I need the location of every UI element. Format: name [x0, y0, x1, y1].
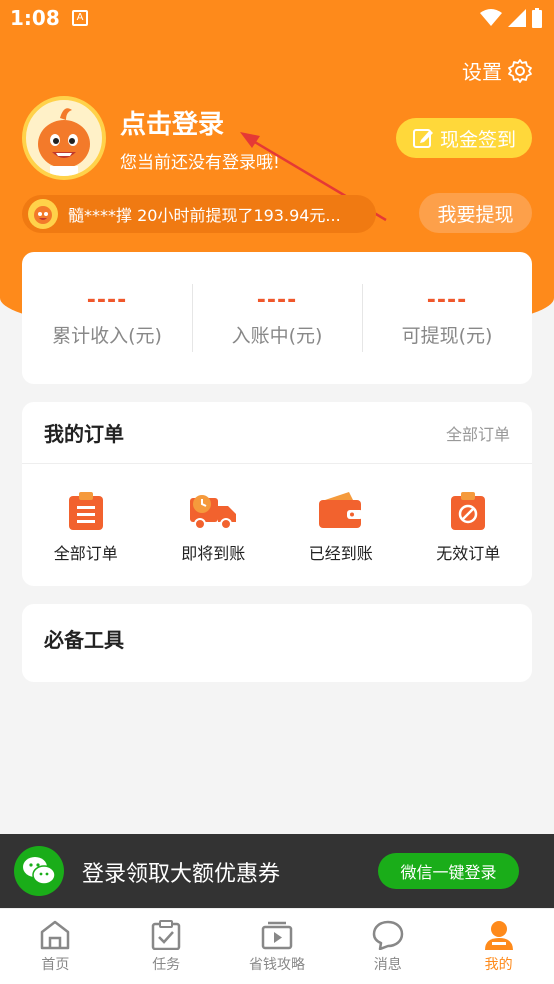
stat-value: ---- — [86, 288, 128, 313]
settings-label: 设置 — [462, 60, 502, 84]
tab-label: 省钱攻略 — [248, 956, 305, 973]
banner-text: 登录领取大额优惠券 — [82, 862, 281, 887]
wallet-icon — [318, 492, 363, 528]
status-icons — [480, 8, 542, 28]
order-all-button[interactable]: 全部订单 — [22, 492, 150, 564]
stat-value: ---- — [426, 288, 468, 313]
avatar[interactable] — [22, 96, 106, 180]
orders-card: 我的订单 全部订单 全部订单 即将到账 已经到账 无效订单 — [22, 402, 532, 586]
login-title[interactable]: 点击登录 — [120, 104, 224, 141]
order-arrived-button[interactable]: 已经到账 — [277, 492, 405, 564]
order-invalid-button[interactable]: 无效订单 — [405, 492, 533, 564]
tab-label: 我的 — [484, 956, 513, 973]
cash-signin-label: 现金签到 — [439, 128, 516, 151]
tab-tasks[interactable]: 任务 — [111, 909, 222, 984]
stat-withdrawable[interactable]: ---- 可提现(元) — [362, 252, 532, 384]
tab-profile[interactable]: 我的 — [443, 909, 554, 984]
stat-label: 入账中(元) — [231, 325, 323, 347]
login-banner: 登录领取大额优惠券 微信一键登录 — [0, 834, 554, 908]
status-bar: 1:08 A — [0, 0, 554, 38]
stat-pending[interactable]: ---- 入账中(元) — [192, 252, 362, 384]
order-item-label: 即将到账 — [181, 544, 246, 563]
tools-title: 必备工具 — [44, 628, 124, 652]
tools-card: 必备工具 — [22, 604, 532, 682]
wechat-icon — [23, 857, 56, 885]
settings-button[interactable]: 设置 — [462, 56, 532, 85]
profile-icon — [484, 920, 513, 950]
signal-icon — [508, 9, 526, 27]
stat-value: ---- — [256, 288, 298, 313]
order-item-label: 全部订单 — [53, 544, 118, 563]
tab-label: 首页 — [41, 956, 70, 973]
status-time: 1:08 — [10, 6, 60, 30]
earnings-card: ---- 累计收入(元) ---- 入账中(元) ---- 可提现(元) — [22, 252, 532, 384]
cancel-icon — [451, 492, 486, 530]
order-shortcuts: 全部订单 即将到账 已经到账 无效订单 — [22, 464, 532, 564]
tab-home[interactable]: 首页 — [0, 909, 111, 984]
app-notification-icon: A — [72, 10, 88, 26]
home-icon — [41, 920, 70, 949]
tab-label: 任务 — [152, 956, 181, 973]
withdraw-ticker: 髓****撑 20小时前提现了193.94元... — [22, 195, 376, 233]
ticker-avatar — [28, 199, 58, 229]
orders-title: 我的订单 — [44, 422, 124, 446]
battery-icon — [532, 8, 542, 28]
mascot-small-icon — [34, 206, 52, 224]
order-arriving-button[interactable]: 即将到账 — [150, 492, 278, 564]
tab-bar: 首页 任务 省钱攻略 消息 我的 — [0, 908, 554, 984]
withdraw-button[interactable]: 我要提现 — [419, 193, 532, 233]
order-item-label: 已经到账 — [308, 544, 373, 563]
wechat-login-button[interactable]: 微信一键登录 — [378, 853, 519, 889]
edit-icon — [412, 129, 433, 148]
order-item-label: 无效订单 — [436, 544, 501, 563]
cash-signin-button[interactable]: 现金签到 — [396, 118, 532, 158]
stat-total-income[interactable]: ---- 累计收入(元) — [22, 252, 192, 384]
gear-icon — [508, 58, 532, 83]
video-icon — [261, 921, 293, 949]
tab-label: 消息 — [373, 956, 402, 973]
wechat-logo-icon — [14, 846, 64, 896]
mascot-icon — [38, 108, 90, 176]
wifi-icon — [480, 9, 502, 26]
tab-messages[interactable]: 消息 — [332, 909, 443, 984]
orders-header: 我的订单 全部订单 — [22, 402, 532, 464]
message-icon — [372, 920, 404, 950]
stat-label: 可提现(元) — [401, 325, 493, 347]
all-orders-link[interactable]: 全部订单 — [446, 421, 510, 445]
truck-icon — [190, 495, 237, 530]
tab-savings-guide[interactable]: 省钱攻略 — [222, 909, 333, 984]
stat-label: 累计收入(元) — [52, 325, 162, 347]
clipboard-icon — [68, 492, 103, 530]
ticker-text: 髓****撑 20小时前提现了193.94元... — [68, 206, 341, 225]
task-icon — [151, 919, 181, 950]
